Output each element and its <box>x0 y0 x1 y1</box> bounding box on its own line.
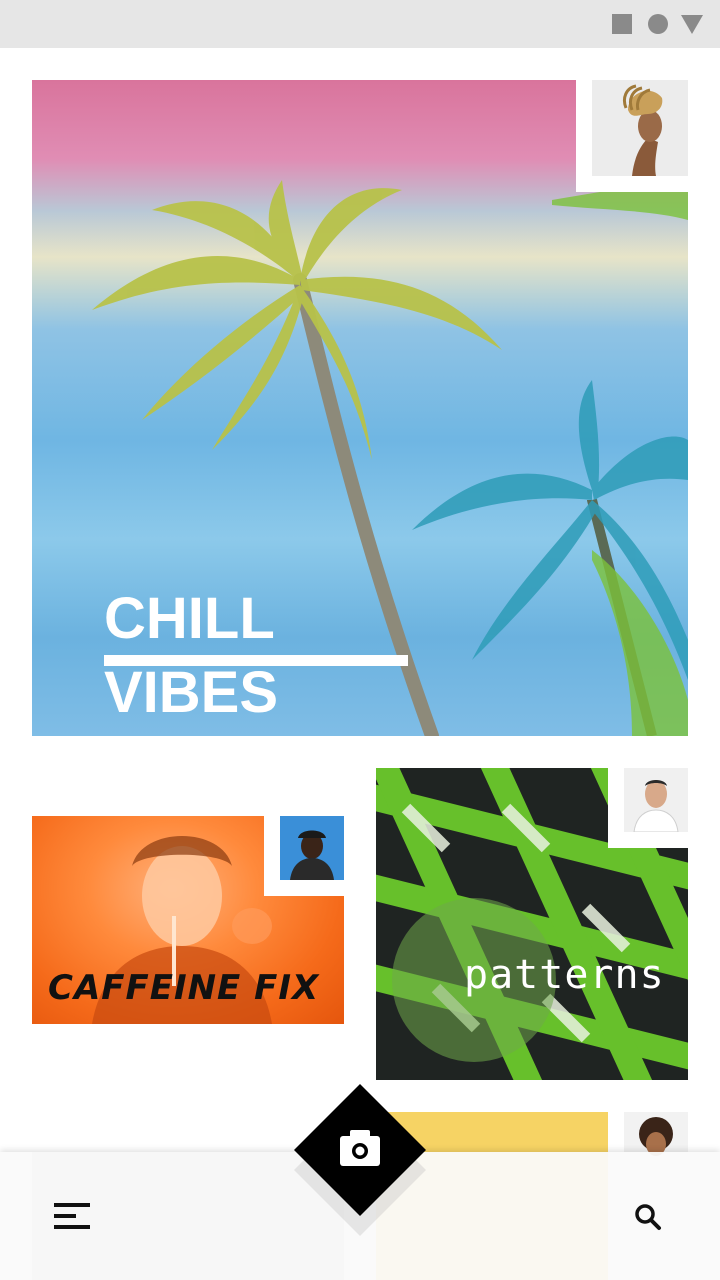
square-icon <box>612 14 632 34</box>
avatar[interactable] <box>592 80 688 176</box>
circle-icon <box>648 14 668 34</box>
status-bar <box>0 0 720 48</box>
avatar[interactable] <box>624 768 688 832</box>
camera-button[interactable] <box>294 1084 426 1216</box>
search-icon[interactable] <box>634 1203 662 1231</box>
title-underline <box>104 655 408 666</box>
menu-icon[interactable] <box>54 1203 92 1229</box>
caffeine-fix-title: CAFFEINE FIX <box>48 968 320 1008</box>
avatar-woman-dreadlocks-icon <box>592 80 688 176</box>
triangle-icon <box>681 15 703 34</box>
avatar-man-cap-icon <box>280 816 344 880</box>
avatar-man-shirt-icon <box>624 768 688 832</box>
avatar[interactable] <box>280 816 344 880</box>
patterns-title: patterns <box>464 952 665 998</box>
